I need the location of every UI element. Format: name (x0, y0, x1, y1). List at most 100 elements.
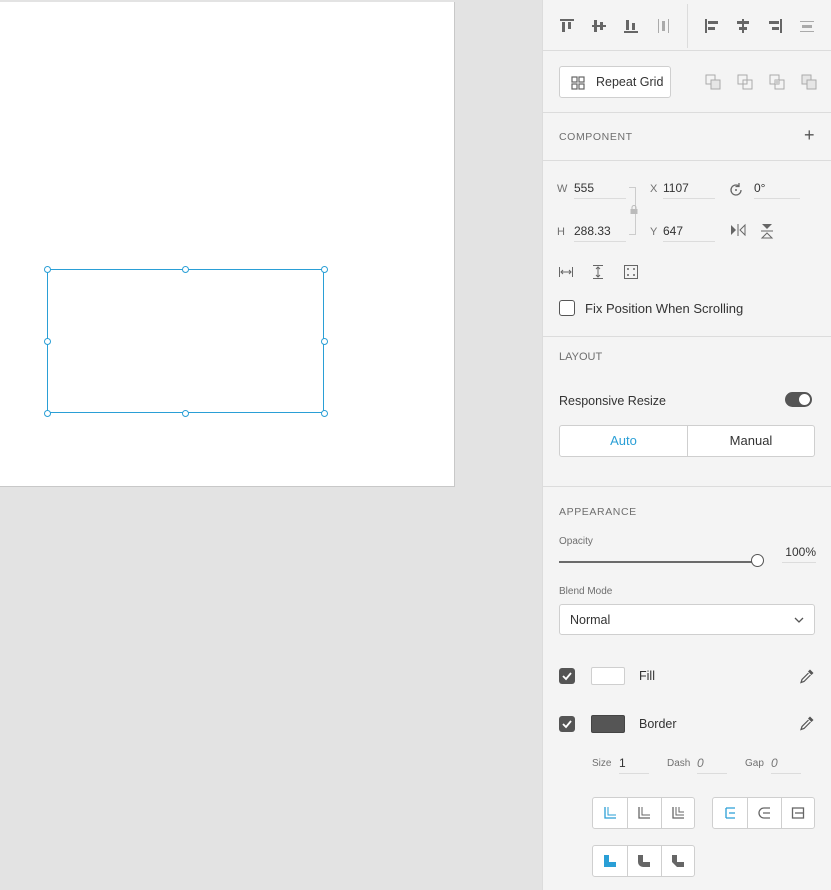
border-size-input[interactable]: 1 (619, 754, 649, 774)
cap-butt-icon (604, 807, 616, 819)
stroke-position-group (712, 797, 815, 829)
toggle-knob (799, 394, 810, 405)
blend-mode-label: Blend Mode (559, 586, 613, 597)
border-label: Border (639, 717, 677, 731)
resize-handle-top-left[interactable] (44, 266, 51, 273)
stroke-outer-button[interactable] (781, 798, 815, 828)
eyedropper-icon[interactable] (799, 668, 815, 684)
width-label: W (557, 183, 568, 195)
y-input[interactable]: 647 (663, 222, 715, 242)
blend-mode-value: Normal (570, 613, 611, 627)
cap-square-button[interactable] (661, 798, 695, 828)
distribute-vertical-icon[interactable] (655, 18, 671, 34)
fit-height-icon[interactable] (591, 264, 605, 280)
dash-label: Dash (667, 758, 691, 769)
property-inspector: Repeat Grid COMPONENT + W 555 H 288.33 X… (542, 0, 831, 890)
resize-handle-bottom[interactable] (182, 410, 189, 417)
manual-mode-button[interactable]: Manual (688, 426, 814, 456)
opacity-slider-track[interactable] (559, 561, 757, 563)
add-boolean-icon[interactable] (705, 74, 721, 90)
align-right-icon[interactable] (767, 18, 783, 34)
layout-mode-segmented: Auto Manual (559, 425, 815, 457)
distribute-horizontal-icon[interactable] (799, 18, 815, 34)
opacity-input[interactable]: 100% (782, 543, 816, 563)
manual-mode-label: Manual (729, 433, 773, 448)
grid-icon (571, 76, 585, 90)
component-section: COMPONENT + (543, 113, 831, 161)
cap-butt-button[interactable] (593, 798, 628, 828)
appearance-title: APPEARANCE (559, 506, 637, 518)
border-color-swatch[interactable] (591, 715, 625, 733)
stroke-center-icon (758, 807, 770, 819)
fit-content-icon[interactable] (623, 264, 639, 280)
join-bevel-icon (672, 855, 684, 867)
height-input[interactable]: 288.33 (574, 222, 626, 242)
cap-square-icon (672, 807, 684, 819)
join-miter-button[interactable] (593, 846, 628, 876)
rotation-input[interactable]: 0° (754, 179, 800, 199)
flip-vertical-icon[interactable] (760, 223, 774, 239)
intersect-boolean-icon[interactable] (769, 74, 785, 90)
align-top-icon[interactable] (559, 18, 575, 34)
stroke-center-button[interactable] (747, 798, 782, 828)
canvas[interactable] (0, 0, 542, 890)
auto-mode-button[interactable]: Auto (560, 426, 688, 456)
repeat-grid-section: Repeat Grid (543, 51, 831, 113)
stroke-inner-button[interactable] (713, 798, 748, 828)
repeat-grid-label: Repeat Grid (596, 75, 664, 89)
eyedropper-icon[interactable] (799, 715, 815, 731)
responsive-resize-label: Responsive Resize (559, 394, 666, 408)
gap-label: Gap (745, 758, 764, 769)
resize-handle-bottom-right[interactable] (321, 410, 328, 417)
border-gap-input[interactable]: 0 (771, 754, 801, 774)
rotate-icon (730, 183, 742, 196)
align-center-icon[interactable] (735, 18, 751, 34)
x-input[interactable]: 1107 (663, 179, 715, 199)
align-left-icon[interactable] (704, 18, 720, 34)
fit-width-icon[interactable] (558, 265, 574, 279)
align-toolbar (543, 0, 831, 51)
transform-section: W 555 H 288.33 X 1107 Y 647 0° Fix Posit… (543, 161, 831, 337)
fix-position-label: Fix Position When Scrolling (585, 301, 744, 316)
resize-handle-right[interactable] (321, 338, 328, 345)
artboard[interactable] (0, 2, 455, 487)
layout-section: LAYOUT Responsive Resize Auto Manual (543, 337, 831, 487)
repeat-grid-button[interactable]: Repeat Grid (559, 66, 671, 98)
fill-checkbox[interactable] (559, 668, 575, 684)
selected-rectangle[interactable] (47, 269, 324, 413)
width-input[interactable]: 555 (574, 179, 626, 199)
flip-horizontal-icon[interactable] (730, 223, 746, 237)
align-bottom-icon[interactable] (623, 18, 639, 34)
stroke-cap-group (592, 797, 695, 829)
opacity-slider-thumb[interactable] (751, 554, 764, 567)
join-round-button[interactable] (627, 846, 662, 876)
chevron-down-icon (794, 617, 804, 623)
align-middle-icon[interactable] (591, 18, 607, 34)
resize-handle-top-right[interactable] (321, 266, 328, 273)
layout-title: LAYOUT (559, 351, 603, 363)
blend-mode-select[interactable]: Normal (559, 604, 815, 635)
cap-round-button[interactable] (627, 798, 662, 828)
fill-label: Fill (639, 669, 655, 683)
component-title: COMPONENT (559, 131, 633, 143)
checkmark-icon (562, 720, 572, 729)
border-checkbox[interactable] (559, 716, 575, 732)
stroke-join-group (592, 845, 695, 877)
checkmark-icon (562, 672, 572, 681)
join-bevel-button[interactable] (661, 846, 695, 876)
exclude-boolean-icon[interactable] (801, 74, 817, 90)
lock-icon[interactable] (630, 205, 638, 214)
resize-handle-bottom-left[interactable] (44, 410, 51, 417)
subtract-boolean-icon[interactable] (737, 74, 753, 90)
resize-handle-top[interactable] (182, 266, 189, 273)
border-dash-input[interactable]: 0 (697, 754, 727, 774)
cap-round-icon (638, 807, 650, 819)
fix-position-checkbox[interactable] (559, 300, 575, 316)
toolbar-divider (687, 4, 688, 48)
size-label: Size (592, 758, 612, 769)
resize-handle-left[interactable] (44, 338, 51, 345)
responsive-resize-toggle[interactable] (785, 392, 812, 407)
fill-color-swatch[interactable] (591, 667, 625, 685)
join-round-icon (638, 855, 650, 867)
add-component-button[interactable]: + (804, 125, 815, 146)
